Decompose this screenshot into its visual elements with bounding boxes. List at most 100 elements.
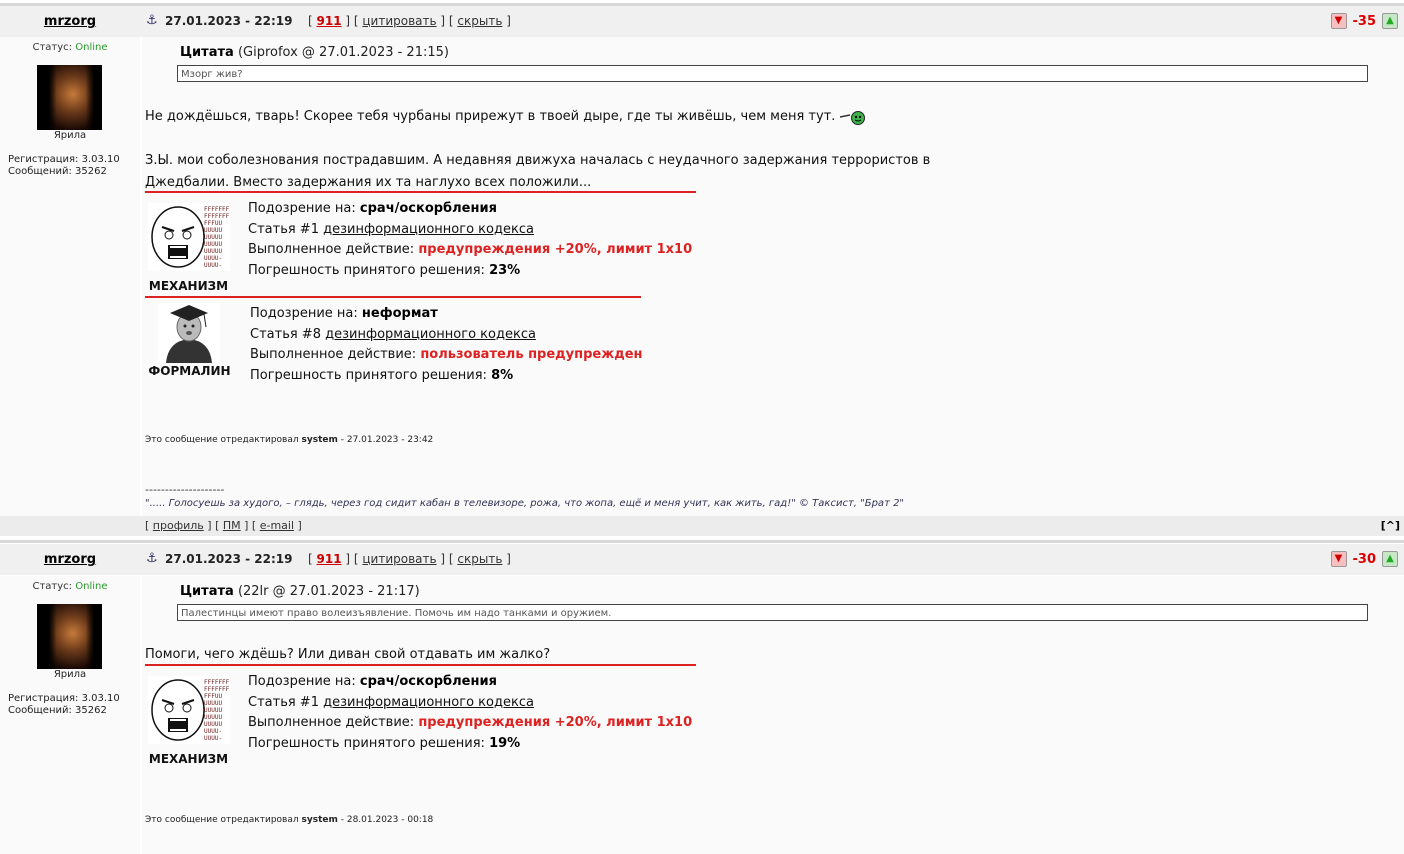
svg-text:UUUUU: UUUUU [204,707,222,714]
code-link[interactable]: дезинформационного кодекса [325,327,536,342]
svg-text:UUUUU: UUUUU [204,241,222,248]
post-text: Не дождёшься, тварь! Скорее тебя чурбаны… [145,106,866,128]
post-number-link[interactable]: 911 [317,552,342,566]
error-value: 19% [489,736,521,752]
svg-text:FFFFFFF: FFFFFFF [204,213,230,220]
thumbs-up-icon[interactable]: ▲ [1382,13,1398,29]
quote-meta: (Giprofox @ 27.01.2023 - 21:15) [237,45,449,60]
signature-divider: -------------------- [145,483,225,496]
rating-score: -30 [1352,551,1377,567]
hide-link[interactable]: скрыть [457,14,502,28]
mod-divider [145,664,696,666]
svg-text:UUUU-: UUUU- [204,255,222,262]
thumbs-up-icon[interactable]: ▲ [1382,551,1398,567]
author-info: Регистрация: 3.03.10 Сообщений: 35262 [8,693,120,717]
author-rank: Ярила [53,130,87,141]
signature: -------------------- "..... Голосуешь за… [145,483,904,509]
mod-divider [145,191,696,193]
suspicion-value: неформат [361,306,438,321]
signature-quote: "..... Голосуешь за худого, – глядь, чер… [145,498,905,509]
quote-meta: (22lr @ 27.01.2023 - 21:17) [237,584,420,599]
post-date: 27.01.2023 - 22:19 [165,14,293,28]
scroll-top-button[interactable]: [^] [1381,519,1400,532]
edited-note: Это сообщение отредактировал system - 27… [145,435,434,445]
status-label: Статус: [32,42,73,53]
message-count: Сообщений: 35262 [8,166,107,177]
post-actions: [ 911 ] [ цитировать ] [ скрыть ] [308,14,511,28]
quote-header: Цитата (22lr @ 27.01.2023 - 21:17) [180,584,420,599]
code-link[interactable]: дезинформационного кодекса [323,695,534,710]
svg-text:FFFFFFF: FFFFFFF [204,679,230,686]
quote-title: Цитата [180,45,234,60]
error-value: 8% [491,368,514,384]
thumbs-down-icon[interactable]: ▼ [1330,551,1347,567]
author-rank: Ярила [53,669,87,680]
suspicion-value: срач/оскорбления [359,674,497,689]
error-value: 23% [489,263,521,279]
author-info: Регистрация: 3.03.10 Сообщений: 35262 [8,154,120,178]
quote-link[interactable]: цитировать [362,14,436,28]
status-label: Статус: [32,581,73,592]
anchor-icon[interactable]: ⚓ [146,13,158,28]
mod-divider [145,296,641,298]
quote-link[interactable]: цитировать [362,552,436,566]
rating-widget: ▼ -35 ▲ [1330,13,1398,29]
mod-details: Подозрение на: срач/оскорбления Статья #… [248,674,693,752]
author-status: Статус: Online [0,42,140,53]
quote-header: Цитата (Giprofox @ 27.01.2023 - 21:15) [180,45,449,60]
post-header: mrzorg ⚓ 27.01.2023 - 22:19 [ 911 ] [ ци… [0,6,1404,37]
status-online: Online [75,42,108,53]
svg-text:FFFFFFF: FFFFFFF [204,206,230,213]
svg-text:UUUUU: UUUUU [204,248,222,255]
footer-links: [ профиль ] [ ПМ ] [ e-mail ] [145,519,302,532]
svg-text:UUUUU: UUUUU [204,234,222,241]
svg-text:UUUU-: UUUU- [204,262,222,269]
post-text-ps: З.Ы. мои соболезнования пострадавшим. А … [145,153,931,190]
registration-date: Регистрация: 3.03.10 [8,693,120,704]
svg-text:FFFUU: FFFUU [204,693,222,700]
quote-box: Мзорг жив? [177,65,1368,82]
author-nick-link[interactable]: mrzorg [0,552,140,567]
rage-face-icon: FFFFFFF FFFFFFF FFFUU UUUUU UUUUU UUUUU UUUUU U… [148,203,230,273]
email-link[interactable]: e-mail [260,519,294,532]
post-date: 27.01.2023 - 22:19 [165,552,293,566]
anchor-icon[interactable]: ⚓ [146,551,158,566]
svg-text:UUUUU: UUUUU [204,700,222,707]
code-link[interactable]: дезинформационного кодекса [323,222,534,237]
action-value: пользователь предупрежден [420,347,643,363]
post-text: Помоги, чего ждёшь? Или диван свой отдав… [145,647,551,662]
action-value: предупреждения +20%, лимит 1x10 [418,715,693,731]
avatar[interactable] [37,604,102,669]
author-status: Статус: Online [0,581,140,592]
author-nick-link[interactable]: mrzorg [0,14,140,29]
post-top-border [0,540,1404,543]
thumbs-down-icon[interactable]: ▼ [1330,13,1347,29]
message-count: Сообщений: 35262 [8,705,107,716]
mod-details: Подозрение на: срач/оскорбления Статья #… [248,201,693,279]
rating-widget: ▼ -30 ▲ [1330,551,1398,567]
profile-link[interactable]: профиль [153,519,204,532]
smiley-icon [839,109,866,125]
svg-text:UUUU-: UUUU- [204,735,222,742]
edited-note: Это сообщение отредактировал system - 28… [145,815,434,825]
pm-link[interactable]: ПМ [223,519,241,532]
mod-name-formalin: ФОРМАЛИН [148,364,231,378]
action-value: предупреждения +20%, лимит 1x10 [418,242,693,258]
post-footer: [ профиль ] [ ПМ ] [ e-mail ] [^] [0,516,1404,536]
hide-link[interactable]: скрыть [457,552,502,566]
graduate-icon [158,303,220,363]
svg-text:FFFFFFF: FFFFFFF [204,686,230,693]
post-header: mrzorg ⚓ 27.01.2023 - 22:19 [ 911 ] [ ци… [0,544,1404,575]
post-actions: [ 911 ] [ цитировать ] [ скрыть ] [308,552,511,566]
rating-score: -35 [1352,13,1377,29]
edited-by: system [301,435,338,445]
svg-text:UUUUU: UUUUU [204,714,222,721]
mod-name-mechanism: МЕХАНИЗМ [148,279,229,293]
edited-by: system [301,815,338,825]
quote-title: Цитата [180,584,234,599]
post-number-link[interactable]: 911 [317,14,342,28]
svg-text:UUUUU: UUUUU [204,227,222,234]
avatar[interactable] [37,65,102,130]
mod-details: Подозрение на: неформат Статья #8 дезинф… [250,306,643,384]
status-online: Online [75,581,108,592]
